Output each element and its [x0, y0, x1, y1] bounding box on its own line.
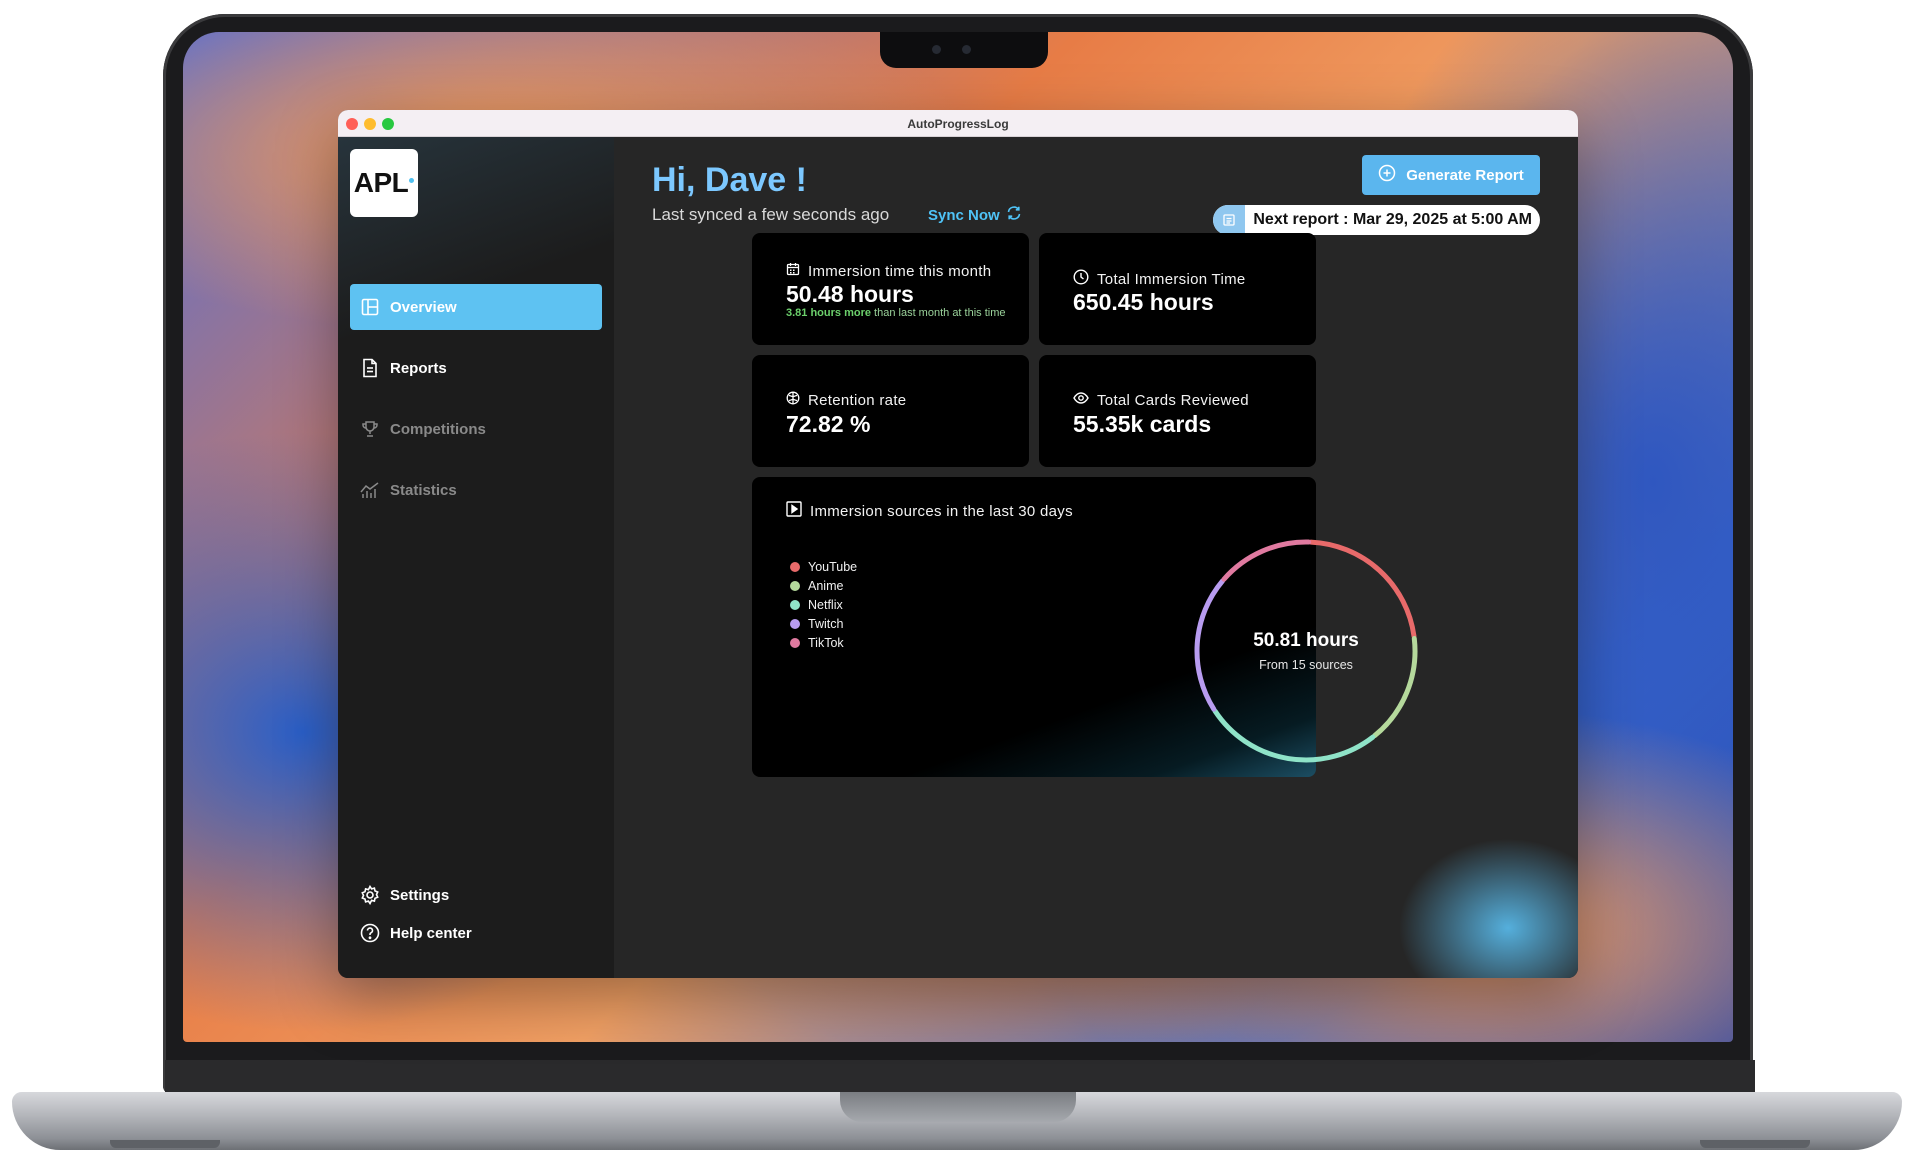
sidebar-item-label: Help center	[390, 924, 472, 942]
generate-report-label: Generate Report	[1406, 166, 1524, 184]
legend-item: Netflix	[790, 595, 857, 614]
sidebar-item-competitions[interactable]: Competitions	[350, 406, 602, 452]
next-report-badge: Next report : Mar 29, 2025 at 5:00 AM	[1213, 205, 1540, 235]
document-icon	[360, 358, 380, 378]
sidebar-item-help-center[interactable]: Help center	[350, 917, 602, 949]
logo-dot	[409, 178, 415, 183]
card-value: 55.35k cards	[1073, 411, 1212, 437]
cards-reviewed-label-row: Total Cards Reviewed	[1073, 391, 1249, 409]
sidebar-item-label: Statistics	[390, 481, 457, 499]
legend-label: Twitch	[808, 616, 844, 631]
play-icon	[786, 501, 802, 521]
stats-icon	[360, 480, 380, 500]
sidebar-item-overview[interactable]: Overview	[350, 284, 602, 330]
last-synced-text: Last synced a few seconds ago	[652, 205, 890, 224]
sidebar: APL Overview Reports Competitions Statis	[338, 137, 614, 978]
legend-item: Anime	[790, 576, 857, 595]
sidebar-item-label: Reports	[390, 359, 447, 377]
sidebar-item-settings[interactable]: Settings	[350, 879, 602, 911]
legend-dot	[790, 580, 800, 591]
total-immersion-label-row: Total Immersion Time	[1073, 269, 1246, 289]
gear-icon	[360, 885, 380, 905]
laptop-foot-right	[1700, 1140, 1810, 1148]
background-glow	[1398, 838, 1578, 978]
legend-dot	[790, 561, 800, 572]
logo-text: APL	[353, 167, 409, 198]
main-content: Hi, Dave ! Last synced a few seconds ago…	[614, 137, 1578, 978]
sync-now-button[interactable]: Sync Now	[928, 205, 1022, 225]
plus-circle-icon	[1378, 164, 1396, 186]
legend-label: YouTube	[808, 559, 858, 574]
next-report-text: Next report : Mar 29, 2025 at 5:00 AM	[1253, 211, 1532, 228]
legend-item: TikTok	[790, 633, 857, 652]
card-value: 650.45 hours	[1073, 289, 1214, 315]
legend-label: Netflix	[808, 597, 843, 612]
card-label: Retention rate	[808, 391, 907, 409]
sidebar-item-reports[interactable]: Reports	[350, 345, 602, 391]
clock-icon	[1073, 269, 1089, 289]
card-value: 50.48 hours	[786, 281, 914, 307]
app-window: AutoProgressLog APL Overview Reports Com…	[338, 110, 1578, 978]
sidebar-item-label: Overview	[390, 298, 457, 316]
laptop-foot-left	[110, 1140, 220, 1148]
help-icon	[360, 923, 380, 943]
sync-now-label: Sync Now	[928, 206, 1000, 224]
window-title: AutoProgressLog	[907, 117, 1009, 131]
camera-sensor	[932, 45, 941, 54]
immersion-month-label-row: Immersion time this month	[786, 262, 991, 280]
legend-label: Anime	[808, 578, 844, 593]
layout-icon	[360, 297, 380, 317]
card-delta-text: than last month at this time	[874, 307, 1006, 319]
chart-title: Immersion sources in the last 30 days	[810, 502, 1073, 520]
legend-label: TikTok	[808, 635, 844, 650]
calendar-badge-icon	[1213, 205, 1246, 235]
immersion-month-card: Immersion time this month 50.48 hours 3.…	[752, 233, 1029, 345]
trophy-icon	[360, 419, 380, 439]
immersion-sources-card: Immersion sources in the last 30 days Yo…	[752, 477, 1418, 777]
legend-item: Twitch	[790, 614, 857, 633]
sidebar-item-statistics[interactable]: Statistics	[350, 467, 602, 513]
card-label: Total Cards Reviewed	[1097, 391, 1249, 409]
donut-subtitle: From 15 sources	[1259, 658, 1353, 672]
card-label: Immersion time this month	[808, 262, 992, 280]
retention-card: Retention rate 72.82 %	[752, 355, 1029, 467]
legend-dot	[790, 599, 800, 610]
generate-report-button[interactable]: Generate Report	[1362, 155, 1540, 195]
card-label: Total Immersion Time	[1097, 270, 1246, 288]
app-logo: APL	[350, 149, 418, 217]
eye-icon	[1073, 391, 1089, 409]
legend-dot	[790, 637, 800, 648]
camera-lens	[962, 45, 971, 54]
camera-notch	[880, 32, 1048, 68]
sidebar-item-label: Competitions	[390, 420, 486, 438]
legend-item: YouTube	[790, 557, 857, 576]
donut-center: 50.81 hours From 15 sources	[1190, 535, 1422, 767]
retention-label-row: Retention rate	[786, 391, 906, 409]
card-delta: 3.81 hours more than last month at this …	[786, 307, 1006, 319]
laptop-hinge	[165, 1060, 1755, 1094]
total-immersion-card: Total Immersion Time 650.45 hours	[1039, 233, 1316, 345]
legend-dot	[790, 618, 800, 629]
calendar-icon	[786, 262, 800, 280]
brain-icon	[786, 391, 800, 409]
laptop-lip	[840, 1092, 1076, 1122]
title-bar[interactable]: AutoProgressLog	[338, 110, 1578, 137]
chart-legend: YouTube Anime Netflix Twitch TikTok	[790, 557, 857, 652]
immersion-sources-label-row: Immersion sources in the last 30 days	[786, 501, 1073, 521]
donut-total: 50.81 hours	[1253, 630, 1359, 651]
card-value: 72.82 %	[786, 411, 871, 437]
cards-reviewed-card: Total Cards Reviewed 55.35k cards	[1039, 355, 1316, 467]
refresh-icon	[1006, 205, 1022, 225]
sidebar-item-label: Settings	[390, 886, 450, 904]
card-delta-amount: 3.81 hours more	[786, 307, 871, 319]
page-title: Hi, Dave !	[652, 161, 807, 199]
